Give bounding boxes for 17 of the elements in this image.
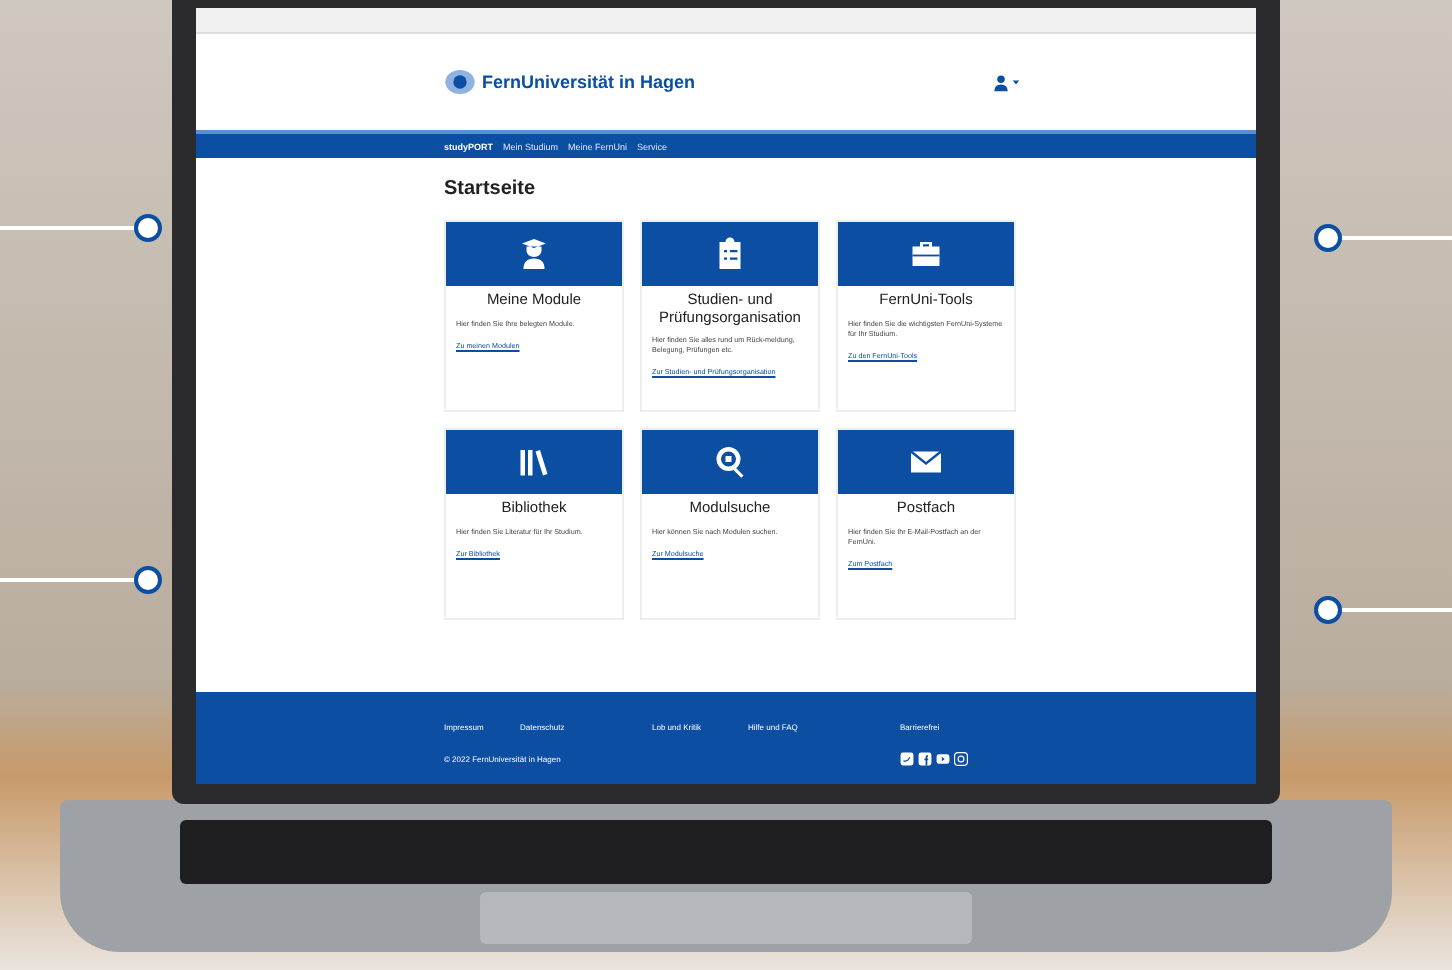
toolbox-icon — [908, 236, 944, 272]
callout-dot — [1314, 596, 1342, 624]
callout-dot — [1314, 224, 1342, 252]
page-title: Startseite — [444, 178, 538, 200]
caret-icon[interactable] — [1012, 78, 1020, 86]
logo-text: FernUniversität in Hagen — [482, 72, 696, 92]
twitter-icon[interactable] — [900, 752, 914, 766]
youtube-icon[interactable] — [936, 752, 950, 766]
callout-dot — [134, 566, 162, 594]
university-logo-icon — [444, 68, 476, 96]
graduate-icon — [516, 236, 552, 272]
user-icon[interactable] — [992, 73, 1010, 91]
instagram-icon[interactable] — [954, 752, 968, 766]
books-icon — [516, 444, 552, 480]
callout-dot — [134, 214, 162, 242]
search-icon — [712, 444, 748, 480]
facebook-icon[interactable] — [918, 752, 932, 766]
